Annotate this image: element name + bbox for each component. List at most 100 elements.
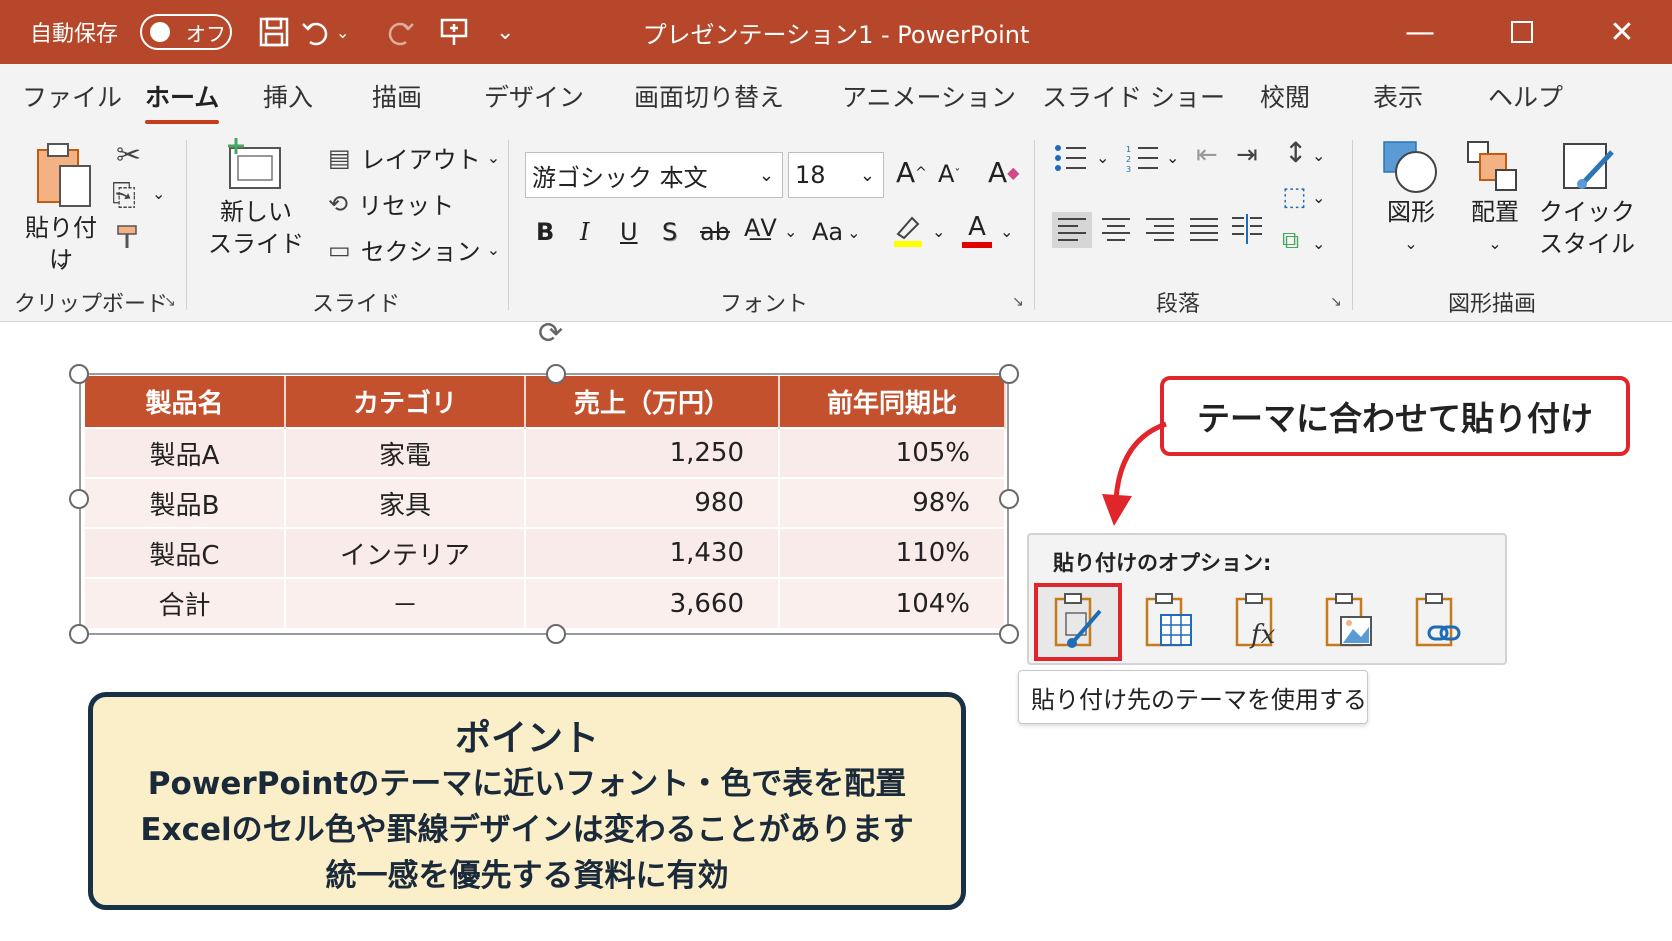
copy-dropdown-icon[interactable]: ⌄ [152, 184, 165, 203]
decrease-indent-icon[interactable]: ⇤ [1196, 140, 1218, 170]
paste-embed-button[interactable]: fx [1215, 583, 1303, 661]
tab-view[interactable]: 表示 [1373, 78, 1423, 118]
bold-icon[interactable]: B [536, 218, 554, 246]
shadow-icon[interactable]: S [662, 218, 677, 246]
change-case-button[interactable]: Aa ⌄ [812, 218, 861, 246]
highlight-icon[interactable] [892, 212, 924, 248]
resize-handle[interactable] [69, 624, 89, 644]
quick-styles-icon[interactable] [1560, 138, 1620, 198]
align-right-icon[interactable] [1144, 216, 1176, 244]
chevron-down-icon[interactable]: ⌄ [1312, 146, 1325, 165]
resize-handle[interactable] [999, 364, 1019, 384]
tab-transitions[interactable]: 画面切り替え [634, 78, 784, 118]
chevron-down-icon[interactable]: ⌄ [1396, 228, 1426, 260]
cut-icon[interactable]: ✂ [116, 138, 141, 173]
table-cell[interactable]: 製品A [85, 427, 286, 478]
section-button[interactable]: ▭ セクション ⌄ [328, 232, 500, 267]
smartart-icon[interactable]: ⧉ [1282, 226, 1299, 254]
layout-button[interactable]: ▤ レイアウト ⌄ [328, 140, 500, 175]
line-spacing-icon[interactable]: ↕ [1284, 136, 1307, 169]
table-cell[interactable]: 1,250 [525, 427, 780, 478]
tab-review[interactable]: 校閲 [1260, 78, 1310, 118]
reset-button[interactable]: ⟲ リセット [328, 186, 454, 221]
table-cell[interactable]: 家電 [285, 427, 526, 478]
numbering-icon[interactable]: 123 [1126, 144, 1160, 172]
tab-draw[interactable]: 描画 [372, 78, 422, 118]
table-cell[interactable]: 家具 [285, 477, 526, 528]
table-cell[interactable]: インテリア [285, 527, 526, 578]
tab-help[interactable]: ヘルプ [1488, 78, 1563, 118]
new-slide-label-1[interactable]: 新しい [206, 196, 306, 228]
resize-handle[interactable] [546, 364, 566, 384]
arrange-icon[interactable] [1466, 140, 1522, 196]
strikethrough-icon[interactable]: ab [700, 218, 730, 246]
table-cell[interactable]: 3,660 [525, 577, 780, 628]
justify-icon[interactable] [1188, 216, 1220, 244]
pasted-table[interactable]: 製品名 カテゴリ 売上（万円） 前年同期比 製品A 家電 1,250 105% … [85, 376, 1006, 628]
chevron-down-icon[interactable]: ⌄ [1000, 222, 1013, 241]
font-color-icon[interactable]: A [962, 212, 992, 248]
new-slide-icon[interactable] [222, 136, 286, 194]
paste-use-destination-theme-button[interactable] [1034, 583, 1122, 661]
quick-styles-label-2[interactable]: スタイル [1530, 228, 1644, 260]
new-slide-label-2[interactable]: スライド [200, 228, 312, 260]
resize-handle[interactable] [546, 624, 566, 644]
chevron-down-icon[interactable]: ⌄ [1166, 148, 1179, 167]
table-cell[interactable]: 980 [525, 477, 780, 528]
paste-link-button[interactable] [1395, 583, 1483, 661]
paste-as-picture-button[interactable] [1305, 583, 1393, 661]
table-cell[interactable]: 1,430 [525, 527, 780, 578]
paste-keep-source-formatting-button[interactable] [1125, 583, 1213, 661]
tab-file[interactable]: ファイル [22, 78, 122, 118]
paragraph-launcher-icon[interactable]: ↘ [1330, 294, 1342, 310]
paste-button[interactable] [34, 140, 94, 210]
align-center-icon[interactable] [1100, 216, 1132, 244]
tab-animations[interactable]: アニメーション [842, 78, 1016, 118]
table-cell[interactable]: 合計 [85, 577, 286, 628]
minimize-icon[interactable]: — [1390, 0, 1450, 64]
align-left-icon[interactable] [1052, 212, 1092, 248]
table-cell[interactable]: － [285, 577, 526, 628]
chevron-down-icon[interactable]: ⌄ [1312, 188, 1325, 207]
maximize-icon[interactable] [1492, 0, 1552, 64]
increase-indent-icon[interactable]: ⇥ [1236, 140, 1258, 170]
close-icon[interactable]: ✕ [1592, 0, 1652, 64]
italic-icon[interactable]: I [580, 218, 589, 246]
chevron-down-icon[interactable]: ⌄ [1096, 148, 1109, 167]
arrange-label[interactable]: 配置 [1456, 196, 1534, 228]
font-size-select[interactable]: 18 ⌄ [788, 152, 884, 198]
underline-icon[interactable]: U [620, 218, 638, 246]
table-cell[interactable]: 製品B [85, 477, 286, 528]
chevron-down-icon[interactable]: ⌄ [1480, 228, 1510, 260]
resize-handle[interactable] [999, 489, 1019, 509]
font-launcher-icon[interactable]: ↘ [1012, 294, 1024, 310]
clear-formatting-icon[interactable]: A ◆ [988, 156, 1019, 189]
table-cell[interactable]: 製品C [85, 527, 286, 578]
bullets-icon[interactable] [1054, 144, 1088, 172]
shapes-label[interactable]: 図形 [1372, 196, 1450, 228]
format-painter-icon[interactable] [114, 222, 144, 252]
shapes-icon[interactable] [1380, 138, 1440, 196]
columns-icon[interactable] [1230, 214, 1264, 246]
grow-font-icon[interactable]: A ^ [896, 156, 927, 189]
shrink-font-icon[interactable]: Aˇ [938, 160, 960, 188]
tab-insert[interactable]: 挿入 [263, 78, 313, 118]
chevron-down-icon[interactable]: ⌄ [1312, 234, 1325, 253]
font-name-select[interactable]: 游ゴシック 本文 ⌄ [525, 152, 783, 198]
resize-handle[interactable] [999, 624, 1019, 644]
clipboard-launcher-icon[interactable]: ↘ [164, 294, 176, 310]
resize-handle[interactable] [69, 364, 89, 384]
table-cell[interactable]: 104% [779, 577, 1006, 628]
tab-home[interactable]: ホーム [145, 78, 220, 124]
chevron-down-icon[interactable]: ⌄ [932, 222, 945, 241]
character-spacing-icon[interactable]: A͟V [744, 214, 777, 242]
rotate-handle-icon[interactable]: ⟳ [538, 316, 563, 351]
table-cell[interactable]: 105% [779, 427, 1006, 478]
quick-styles-label-1[interactable]: クイック [1530, 196, 1644, 228]
table-cell[interactable]: 98% [779, 477, 1006, 528]
tab-design[interactable]: デザイン [484, 78, 584, 118]
paste-dropdown-icon[interactable]: ⌄ [46, 246, 76, 278]
text-direction-icon[interactable]: ⬚ [1282, 182, 1307, 212]
tab-slideshow[interactable]: スライド ショー [1042, 78, 1225, 118]
table-cell[interactable]: 110% [779, 527, 1006, 578]
